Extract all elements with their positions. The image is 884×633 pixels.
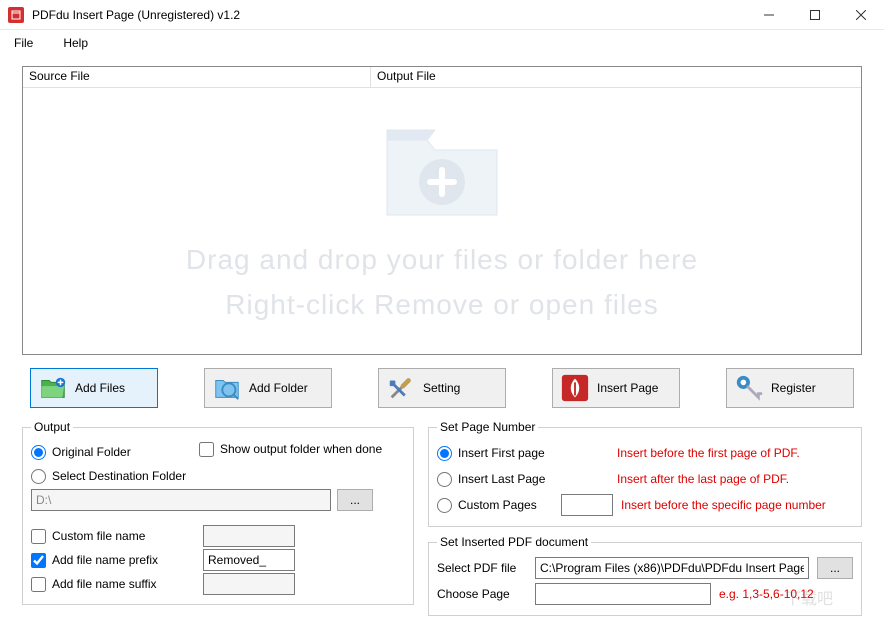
prefix-check[interactable] [31, 553, 46, 568]
setting-icon [385, 372, 417, 404]
original-folder-radio[interactable] [31, 445, 46, 460]
original-folder-label: Original Folder [52, 445, 131, 459]
toolbar: Add Files Add Folder Setting Insert Page… [22, 355, 862, 420]
custom-name-label: Custom file name [52, 529, 145, 543]
app-icon [8, 7, 24, 23]
select-pdf-label: Select PDF file [437, 561, 527, 575]
select-dest-label: Select Destination Folder [52, 469, 186, 483]
insert-last-label: Insert Last Page [458, 472, 545, 486]
suffix-input[interactable] [203, 573, 295, 595]
custom-pages-input[interactable] [561, 494, 613, 516]
menu-help[interactable]: Help [57, 34, 94, 52]
select-pdf-input[interactable] [535, 557, 809, 579]
minimize-button[interactable] [746, 0, 792, 30]
page-number-group: Set Page Number Insert First page Insert… [428, 420, 862, 527]
insert-first-radio[interactable] [437, 446, 452, 461]
output-group: Output Original Folder Select Destinatio… [22, 420, 414, 605]
maximize-button[interactable] [792, 0, 838, 30]
custom-name-input[interactable] [203, 525, 295, 547]
custom-name-check[interactable] [31, 529, 46, 544]
inserted-doc-legend: Set Inserted PDF document [437, 535, 591, 549]
choose-page-hint: e.g. 1,3-5,6-10,12 [719, 587, 814, 601]
page-number-legend: Set Page Number [437, 420, 538, 434]
dest-path-input[interactable] [31, 489, 331, 511]
browse-pdf-button[interactable]: ... [817, 557, 853, 579]
output-legend: Output [31, 420, 73, 434]
prefix-label: Add file name prefix [52, 553, 158, 567]
select-dest-radio[interactable] [31, 469, 46, 484]
file-table[interactable]: Source File Output File Drag and drop yo… [22, 66, 862, 355]
col-output[interactable]: Output File [371, 67, 861, 87]
register-button[interactable]: Register [726, 368, 854, 408]
inserted-doc-group: Set Inserted PDF document Select PDF fil… [428, 535, 862, 616]
add-files-label: Add Files [75, 381, 125, 395]
placeholder-line1: Drag and drop your files or folder here [186, 238, 698, 283]
menubar: File Help [0, 30, 884, 56]
placeholder-line2: Right-click Remove or open files [225, 283, 659, 328]
add-folder-label: Add Folder [249, 381, 308, 395]
add-folder-icon [211, 372, 243, 404]
register-icon [733, 372, 765, 404]
custom-pages-label: Custom Pages [458, 498, 537, 512]
add-files-icon [37, 372, 69, 404]
browse-dest-button[interactable]: ... [337, 489, 373, 511]
suffix-check[interactable] [31, 577, 46, 592]
titlebar: PDFdu Insert Page (Unregistered) v1.2 [0, 0, 884, 30]
table-header: Source File Output File [23, 67, 861, 88]
col-source[interactable]: Source File [23, 67, 371, 87]
insert-first-hint: Insert before the first page of PDF. [617, 446, 800, 460]
insert-page-button[interactable]: Insert Page [552, 368, 680, 408]
register-label: Register [771, 381, 816, 395]
insert-last-radio[interactable] [437, 472, 452, 487]
choose-page-label: Choose Page [437, 587, 527, 601]
setting-button[interactable]: Setting [378, 368, 506, 408]
custom-pages-hint: Insert before the specific page number [621, 498, 826, 512]
insert-first-label: Insert First page [458, 446, 545, 460]
insert-page-icon [559, 372, 591, 404]
suffix-label: Add file name suffix [52, 577, 157, 591]
show-output-check[interactable] [199, 442, 214, 457]
custom-pages-radio[interactable] [437, 498, 452, 513]
drop-placeholder: Drag and drop your files or folder here … [23, 88, 861, 354]
choose-page-input[interactable] [535, 583, 711, 605]
setting-label: Setting [423, 381, 460, 395]
prefix-input[interactable] [203, 549, 295, 571]
add-folder-button[interactable]: Add Folder [204, 368, 332, 408]
show-output-label: Show output folder when done [220, 442, 382, 456]
menu-file[interactable]: File [8, 34, 39, 52]
insert-last-hint: Insert after the last page of PDF. [617, 472, 789, 486]
insert-page-label: Insert Page [597, 381, 658, 395]
folder-plus-icon [377, 115, 507, 228]
add-files-button[interactable]: Add Files [30, 368, 158, 408]
window-title: PDFdu Insert Page (Unregistered) v1.2 [32, 8, 746, 22]
close-button[interactable] [838, 0, 884, 30]
